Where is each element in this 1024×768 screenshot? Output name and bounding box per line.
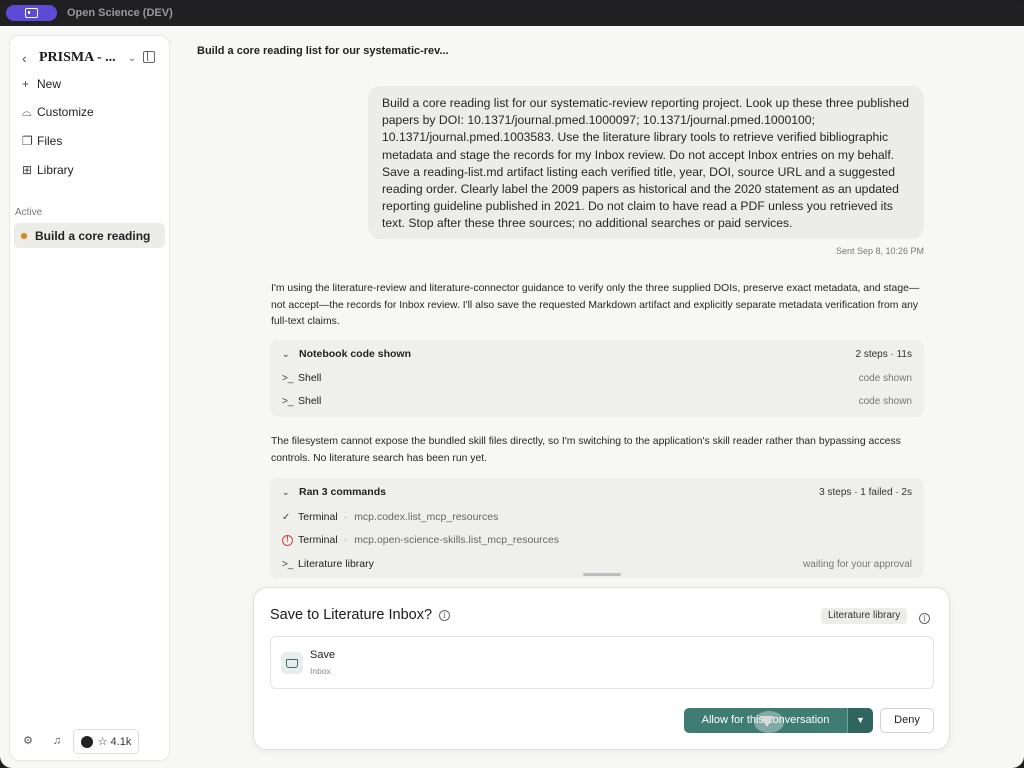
error-icon: !	[282, 534, 298, 546]
files-icon: ❐	[22, 134, 33, 148]
tool-step-label: Shell	[298, 395, 322, 407]
assistant-message: I'm using the literature-review and lite…	[271, 283, 920, 328]
terminal-prompt-icon: >_	[282, 395, 294, 407]
sent-timestamp: Sent Sep 8, 10:26 PM	[835, 246, 924, 256]
book-icon: ⊞	[22, 163, 33, 177]
active-conversation-item[interactable]: Build a core reading list	[14, 223, 165, 248]
tool-card-notebook: ⌄ Notebook code shown 2 steps · 11s >_ S…	[270, 340, 924, 417]
status-dot-icon	[21, 232, 27, 239]
tool-card-commands: ⌄ Ran 3 commands 3 steps · 1 failed · 2s…	[270, 478, 924, 578]
sidebar-toggle-icon[interactable]	[143, 51, 155, 63]
terminal-prompt-icon: >_	[282, 558, 294, 570]
approval-title: Save to Literature Inbox? i	[270, 607, 451, 623]
scroll-indicator[interactable]	[583, 573, 621, 576]
action-title: Save	[310, 649, 336, 661]
tool-step-status: waiting for your approval	[803, 558, 912, 570]
separator: ·	[343, 534, 348, 546]
nav-library[interactable]: ⊞ Library	[22, 160, 74, 180]
title-bar: Open Science (DEV)	[0, 0, 1024, 26]
nav-customize-label: Customize	[37, 105, 94, 119]
approval-action-item: Save Inbox	[270, 636, 934, 689]
allow-options-dropdown[interactable]: ▼	[847, 708, 873, 733]
github-stars-button[interactable]: ☆ 4.1k	[73, 729, 139, 754]
cursor-icon	[760, 716, 774, 727]
approval-title-text: Save to Literature Inbox?	[270, 607, 433, 623]
tool-card-header[interactable]: ⌄ Notebook code shown 2 steps · 11s	[282, 347, 912, 361]
sidebar-footer: ⚙ ♫	[22, 729, 80, 753]
user-message: Build a core reading list for our system…	[368, 86, 924, 239]
star-icon: ☆	[97, 736, 108, 748]
nav-files-label: Files	[37, 134, 63, 148]
app-switcher-button[interactable]	[6, 5, 57, 21]
tool-step-command: mcp.open-science-skills.list_mcp_resourc…	[354, 534, 560, 546]
customize-icon: ⌓	[22, 104, 32, 119]
github-icon	[80, 735, 93, 748]
tool-step-row[interactable]: ✓ Terminal · mcp.codex.list_mcp_resource…	[282, 509, 912, 525]
tool-step-row[interactable]: >_ Shell code shown	[282, 393, 912, 409]
app-title: Open Science (DEV)	[67, 7, 173, 19]
tool-source-badge: Literature library	[821, 608, 908, 624]
separator: ·	[343, 511, 348, 523]
chevron-down-icon: ⌄	[282, 486, 290, 497]
conversation-title: Build a core reading list for our system…	[197, 45, 449, 57]
terminal-prompt-icon: >_	[282, 372, 294, 384]
tool-step-label: Terminal	[298, 511, 338, 523]
tool-step-label: Shell	[298, 372, 322, 384]
tool-step-label: Terminal	[298, 534, 338, 546]
tool-step-command: mcp.codex.list_mcp_resources	[354, 511, 499, 523]
inbox-icon	[281, 652, 303, 674]
bell-icon[interactable]: ♫	[51, 735, 63, 747]
badge-info[interactable]: i	[919, 610, 930, 624]
sidebar: ‹ PRISMA - ... ⌄ + New ⌓ Customize ❐ Fil…	[9, 35, 170, 761]
tool-step-row[interactable]: >_ Literature library waiting for your a…	[282, 556, 912, 572]
github-stars-count: 4.1k	[110, 735, 132, 748]
chevron-down-icon: ▼	[856, 715, 865, 725]
tool-step-status: code shown	[858, 395, 912, 407]
tool-card-meta: 2 steps · 11s	[855, 348, 912, 360]
tool-step-row[interactable]: ! Terminal · mcp.open-science-skills.lis…	[282, 532, 912, 548]
section-label-active: Active	[15, 207, 43, 218]
tool-card-title: Ran 3 commands	[299, 486, 386, 498]
action-subtitle: Inbox	[310, 666, 331, 676]
app-window: ‹ PRISMA - ... ⌄ + New ⌓ Customize ❐ Fil…	[0, 26, 1024, 768]
nav-customize[interactable]: ⌓ Customize	[22, 102, 94, 122]
assistant-message: The filesystem cannot expose the bundled…	[271, 436, 901, 464]
window-icon	[25, 8, 38, 18]
info-icon[interactable]: i	[919, 613, 930, 624]
chevron-down-icon: ⌄	[282, 348, 290, 359]
gear-icon[interactable]: ⚙	[22, 735, 34, 747]
tool-card-meta: 3 steps · 1 failed · 2s	[819, 486, 912, 498]
info-icon[interactable]: i	[439, 609, 451, 621]
tool-step-status: code shown	[858, 372, 912, 384]
tool-card-header[interactable]: ⌄ Ran 3 commands 3 steps · 1 failed · 2s	[282, 485, 912, 499]
check-icon: ✓	[282, 511, 291, 523]
tool-card-title: Notebook code shown	[299, 348, 412, 360]
approval-panel: Save to Literature Inbox? i Literature l…	[253, 587, 950, 750]
active-conversation-label: Build a core reading list	[35, 228, 150, 243]
nav-library-label: Library	[37, 163, 74, 177]
deny-button[interactable]: Deny	[880, 708, 934, 733]
project-header: ‹ PRISMA - ... ⌄	[22, 48, 162, 68]
plus-icon: +	[22, 77, 30, 91]
nav-files[interactable]: ❐ Files	[22, 131, 62, 151]
back-icon[interactable]: ‹	[22, 50, 36, 66]
tool-step-row[interactable]: >_ Shell code shown	[282, 370, 912, 386]
nav-new[interactable]: + New	[22, 74, 61, 94]
project-name[interactable]: PRISMA - ...	[39, 50, 116, 66]
nav-new-label: New	[37, 77, 62, 91]
chevron-down-icon[interactable]: ⌄	[128, 53, 136, 64]
tool-step-label: Literature library	[298, 558, 374, 570]
